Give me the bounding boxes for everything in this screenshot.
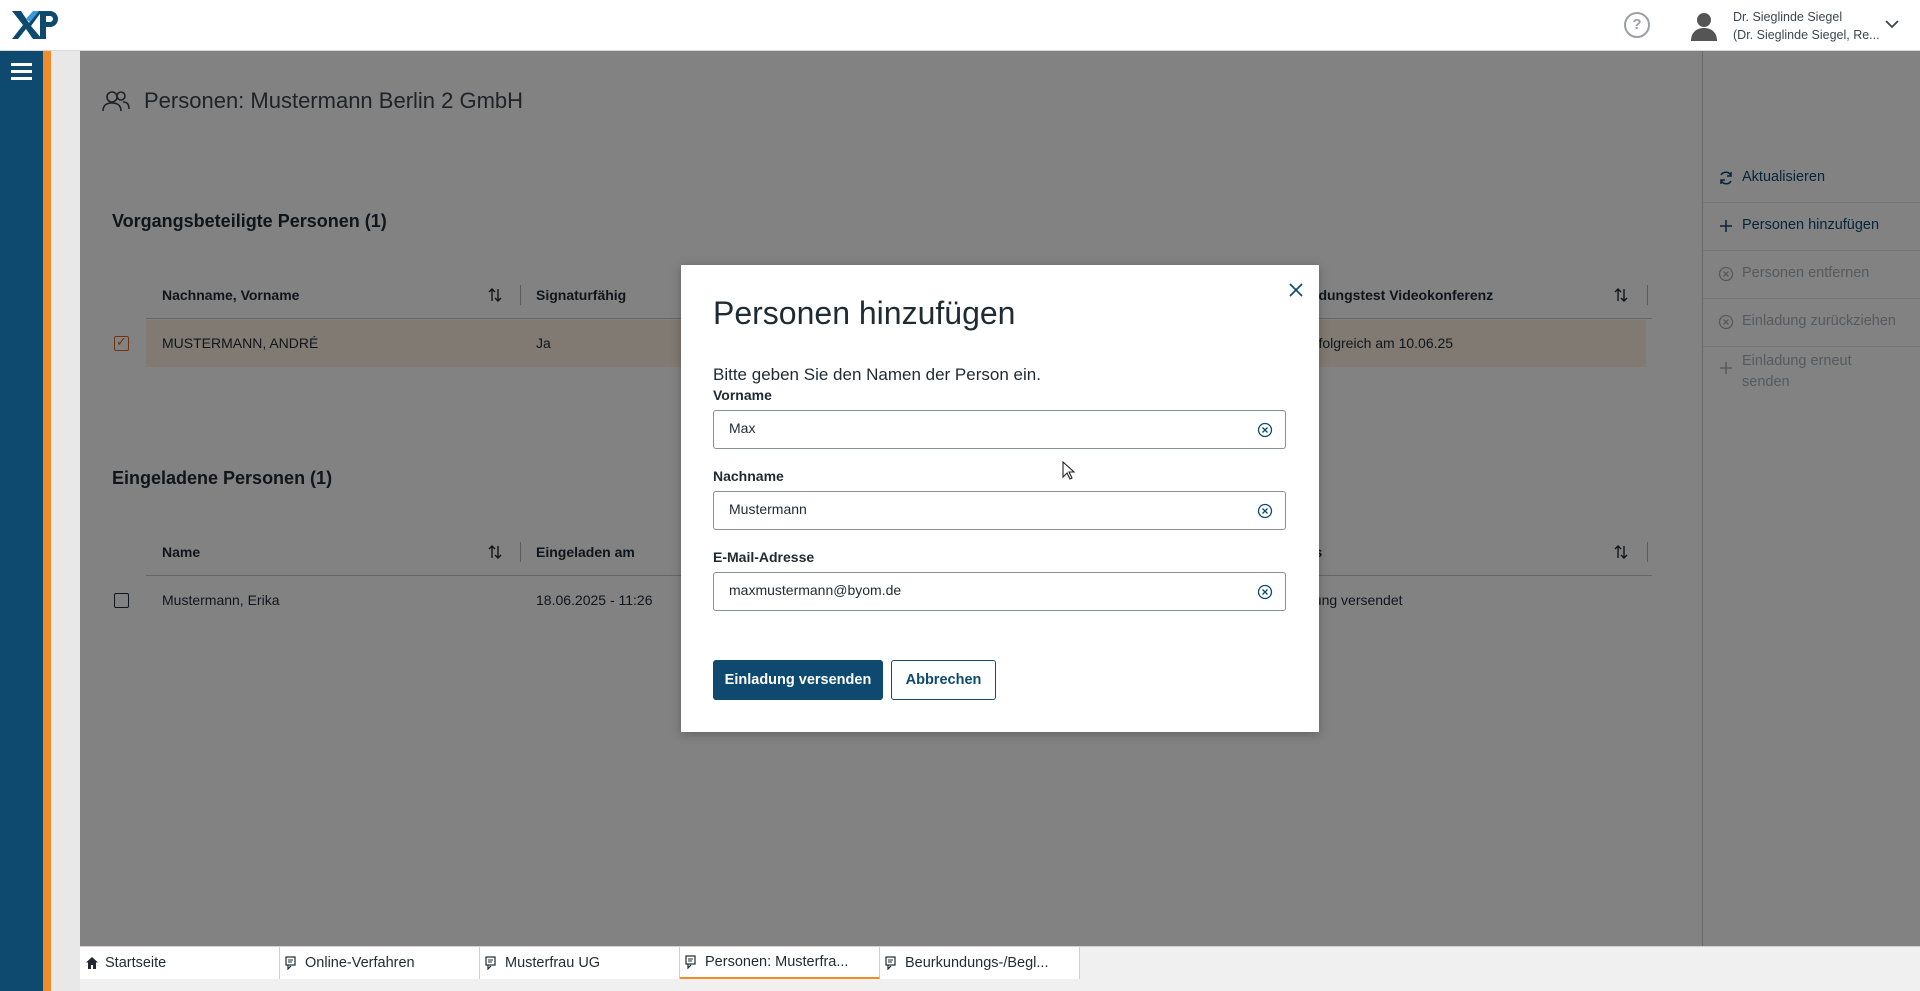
lastname-input[interactable] [729,501,1249,517]
add-persons-dialog: Personen hinzufügen Bitte geben Sie den … [681,265,1319,732]
document-icon [285,956,296,970]
user-name-block[interactable]: Dr. Sieglinde Siegel (Dr. Sieglinde Sieg… [1733,8,1880,44]
tab-beurkundungs[interactable]: Beurkundungs-/Begl... [880,947,1080,979]
clear-icon[interactable] [1257,503,1273,519]
document-icon [685,955,696,969]
send-invitation-button[interactable]: Einladung versenden [713,660,883,700]
dialog-title: Personen hinzufügen [713,295,1016,331]
tab-label: Startseite [105,955,167,971]
firstname-input[interactable] [729,420,1249,436]
help-icon[interactable]: ? [1624,12,1650,38]
tab-label: Online-Verfahren [305,955,415,971]
home-icon [86,957,98,969]
top-bar: ? Dr. Sieglinde Siegel (Dr. Sieglinde Si… [0,0,1920,51]
clear-icon[interactable] [1257,422,1273,438]
tab-personen[interactable]: Personen: Musterfra... [680,947,880,979]
rail-accent [43,51,51,991]
email-field[interactable] [713,572,1286,611]
user-avatar-icon[interactable] [1690,11,1718,41]
user-name: Dr. Sieglinde Siegel [1733,10,1843,24]
rail-gap [51,51,80,991]
xp-logo[interactable] [12,9,60,41]
tab-startseite[interactable]: Startseite [80,947,280,979]
dialog-prompt: Bitte geben Sie den Namen der Person ein… [713,365,1041,384]
tab-musterfrau-ug[interactable]: Musterfrau UG [480,947,680,979]
chevron-down-icon[interactable] [1884,16,1900,32]
cancel-button[interactable]: Abbrechen [891,660,996,700]
firstname-field[interactable] [713,410,1286,449]
mouse-cursor-icon [1062,461,1076,480]
user-role: (Dr. Sieglinde Siegel, Re... [1733,28,1880,42]
document-icon [885,956,896,970]
close-icon[interactable] [1287,281,1305,299]
field-label-firstname: Vorname [713,387,772,403]
document-icon [485,956,496,970]
tab-online-verfahren[interactable]: Online-Verfahren [280,947,480,979]
bottom-tab-bar: Startseite Online-Verfahren Musterfrau U… [80,946,1920,991]
tab-label: Personen: Musterfra... [705,954,849,970]
tab-label: Beurkundungs-/Begl... [905,955,1049,971]
lastname-field[interactable] [713,491,1286,530]
left-rail [0,51,43,991]
hamburger-menu-icon[interactable] [11,63,32,80]
tab-label: Musterfrau UG [505,955,601,971]
clear-icon[interactable] [1257,584,1273,600]
field-label-lastname: Nachname [713,468,784,484]
email-input[interactable] [729,582,1249,598]
field-label-email: E-Mail-Adresse [713,549,815,565]
